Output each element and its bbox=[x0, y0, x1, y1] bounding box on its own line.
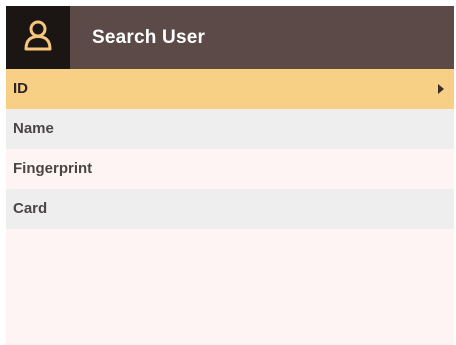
page-title: Search User bbox=[92, 27, 206, 48]
menu-item-card[interactable]: Card bbox=[6, 189, 454, 229]
title-bar: Search User bbox=[6, 6, 454, 69]
chevron-right-icon bbox=[438, 84, 444, 94]
user-icon bbox=[23, 19, 53, 56]
menu-item-id[interactable]: ID bbox=[6, 69, 454, 109]
menu-item-label: ID bbox=[13, 80, 28, 97]
device-screen: Search User ID Name Fingerprint Card bbox=[6, 6, 454, 345]
menu-item-label: Fingerprint bbox=[13, 160, 93, 177]
menu-item-label: Card bbox=[13, 200, 48, 217]
menu-item-fingerprint[interactable]: Fingerprint bbox=[6, 149, 454, 189]
search-option-list: ID Name Fingerprint Card bbox=[6, 69, 454, 229]
user-icon-box bbox=[6, 6, 70, 69]
menu-item-name[interactable]: Name bbox=[6, 109, 454, 149]
menu-item-label: Name bbox=[13, 120, 54, 137]
